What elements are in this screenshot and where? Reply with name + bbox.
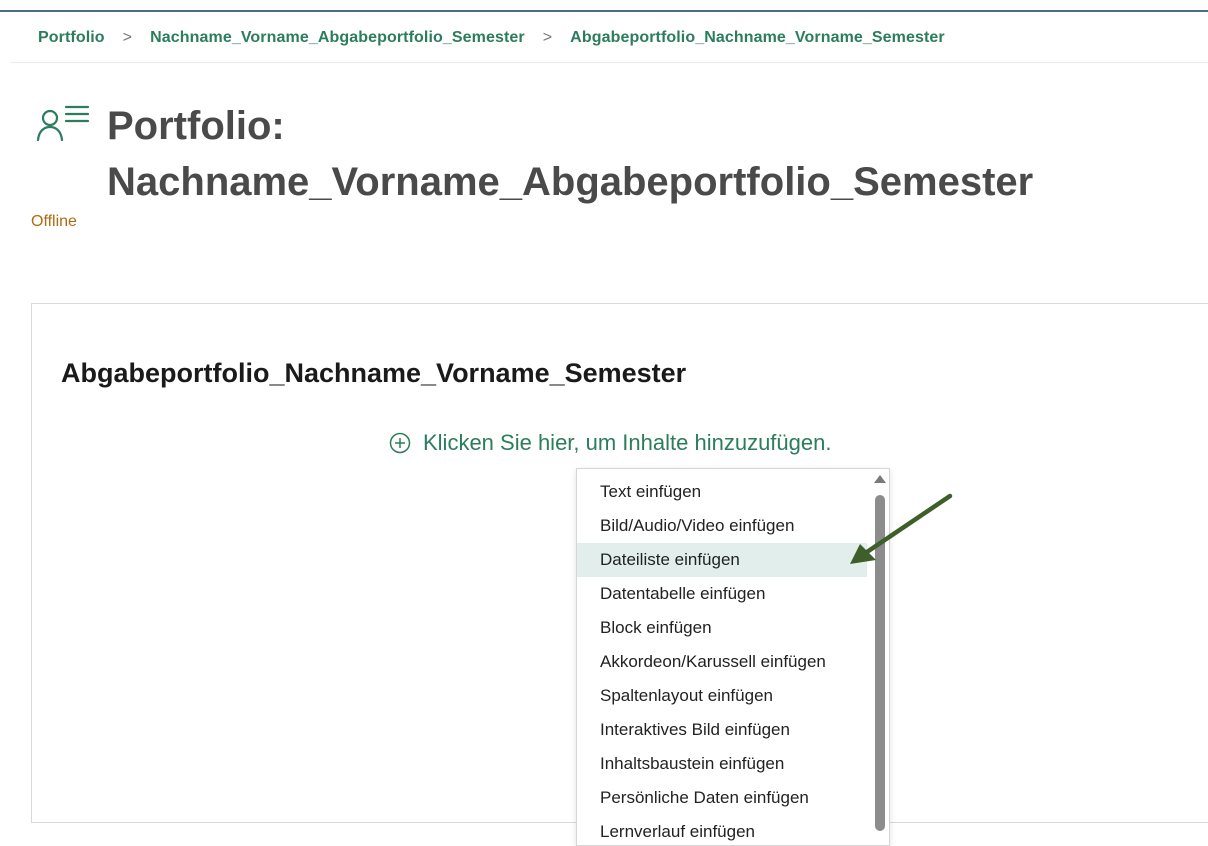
menu-item-personal-data[interactable]: Persönliche Daten einfügen — [577, 781, 867, 815]
menu-item-media[interactable]: Bild/Audio/Video einfügen — [577, 509, 867, 543]
insert-content-menu: Text einfügen Bild/Audio/Video einfügen … — [576, 468, 890, 846]
page-title-line2: Nachname_Vorname_Abgabeportfolio_Semeste… — [107, 160, 1034, 204]
menu-item-content-module[interactable]: Inhaltsbaustein einfügen — [577, 747, 867, 781]
menu-item-data-table[interactable]: Datentabelle einfügen — [577, 577, 867, 611]
add-content-label: Klicken Sie hier, um Inhalte hinzuzufüge… — [423, 430, 832, 455]
page-title: Portfolio: Nachname_Vorname_Abgabeportfo… — [107, 98, 1033, 210]
status-offline: Offline — [31, 213, 77, 230]
breadcrumb: Portfolio > Nachname_Vorname_Abgabeportf… — [38, 26, 945, 50]
menu-item-accordion[interactable]: Akkordeon/Karussell einfügen — [577, 645, 867, 679]
menu-item-block[interactable]: Block einfügen — [577, 611, 867, 645]
menu-item-text[interactable]: Text einfügen — [577, 475, 867, 509]
portfolio-user-list-icon — [36, 105, 90, 142]
portfolio-page-heading: Abgabeportfolio_Nachname_Vorname_Semeste… — [61, 358, 687, 388]
scroll-up-arrow-icon[interactable] — [874, 475, 886, 483]
menu-item-learning-history[interactable]: Lernverlauf einfügen — [577, 815, 867, 845]
page-title-line1: Portfolio: — [107, 104, 285, 148]
breadcrumb-separator-icon: > — [542, 29, 553, 46]
plus-circle-icon — [389, 432, 411, 454]
add-content-link[interactable]: Klicken Sie hier, um Inhalte hinzuzufüge… — [389, 428, 831, 458]
breadcrumb-portfolio[interactable]: Portfolio — [38, 29, 105, 47]
annotation-arrow-icon — [850, 493, 953, 564]
top-border — [0, 10, 1208, 12]
breadcrumb-portfolio-name[interactable]: Nachname_Vorname_Abgabeportfolio_Semeste… — [150, 29, 525, 47]
breadcrumb-divider — [10, 62, 1208, 63]
menu-item-file-list[interactable]: Dateiliste einfügen — [577, 543, 867, 577]
menu-item-interactive-image[interactable]: Interaktives Bild einfügen — [577, 713, 867, 747]
menu-item-column-layout[interactable]: Spaltenlayout einfügen — [577, 679, 867, 713]
breadcrumb-separator-icon: > — [122, 29, 133, 46]
breadcrumb-page-name[interactable]: Abgabeportfolio_Nachname_Vorname_Semeste… — [570, 29, 945, 47]
